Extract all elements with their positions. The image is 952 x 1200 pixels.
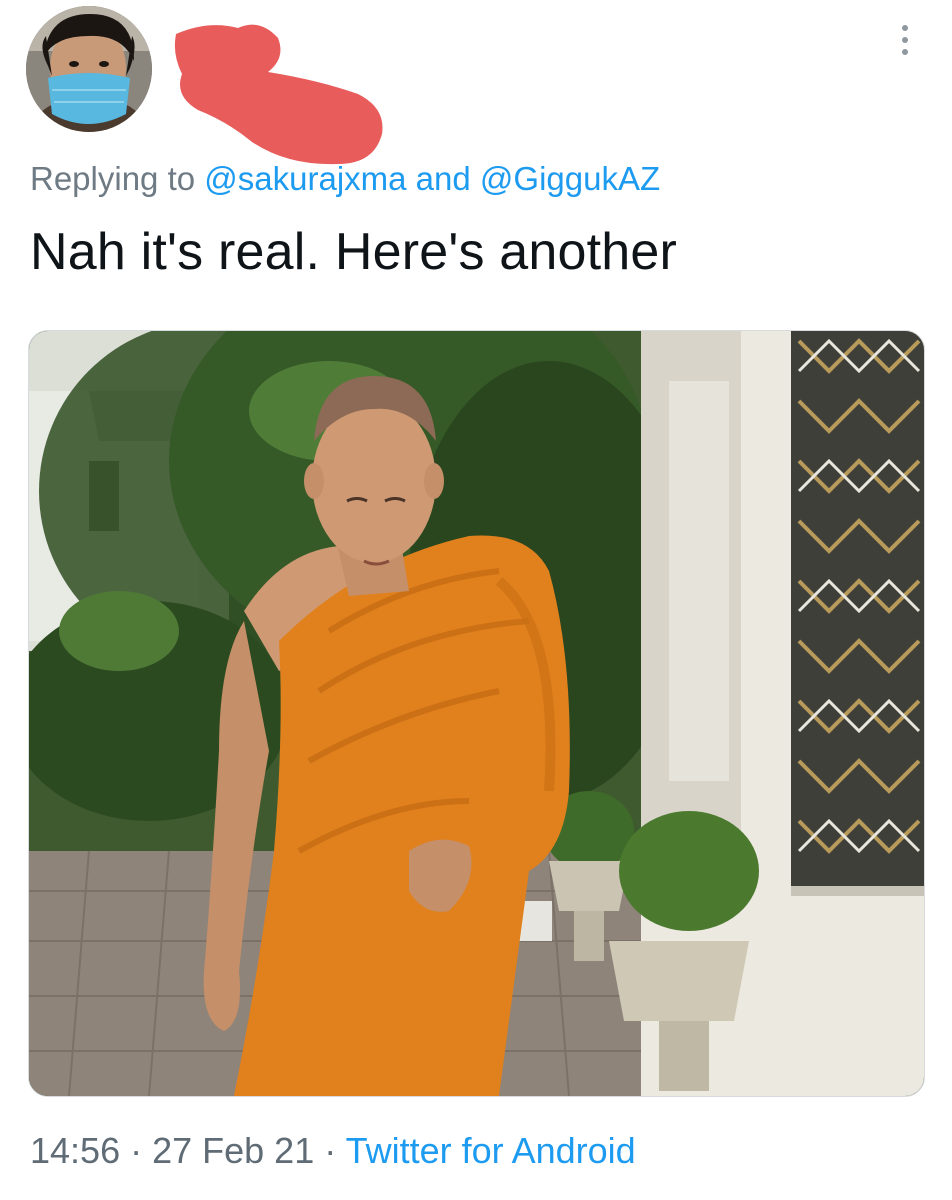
tweet-date[interactable]: 27 Feb 21 [152,1130,314,1171]
tweet-text: Nah it's real. Here's another [30,223,678,281]
tweet-metadata: 14:56 · 27 Feb 21 · Twitter for Android [30,1130,636,1172]
avatar-image [26,6,152,132]
more-vertical-icon [902,25,908,31]
mention-link-sakurajxma[interactable]: @sakurajxma [204,160,406,197]
user-avatar[interactable] [26,6,152,132]
tweet-source-link[interactable]: Twitter for Android [346,1130,636,1171]
reply-prefix: Replying to [30,160,205,197]
redaction-mark [174,24,383,165]
replying-to-line: Replying to @sakurajxma and @GiggukAZ [30,160,660,198]
meta-separator-2: · [314,1130,346,1171]
mention-link-giggukaz[interactable]: @GiggukAZ [480,160,660,197]
monk-photo [29,331,924,1096]
tweet-card: Replying to @sakurajxma and @GiggukAZ Na… [0,0,952,1200]
tweet-photo[interactable] [28,330,925,1097]
more-options-button[interactable] [890,18,920,62]
meta-separator: · [120,1130,153,1171]
tweet-time[interactable]: 14:56 [30,1130,120,1171]
mention-joiner: and [406,160,480,197]
